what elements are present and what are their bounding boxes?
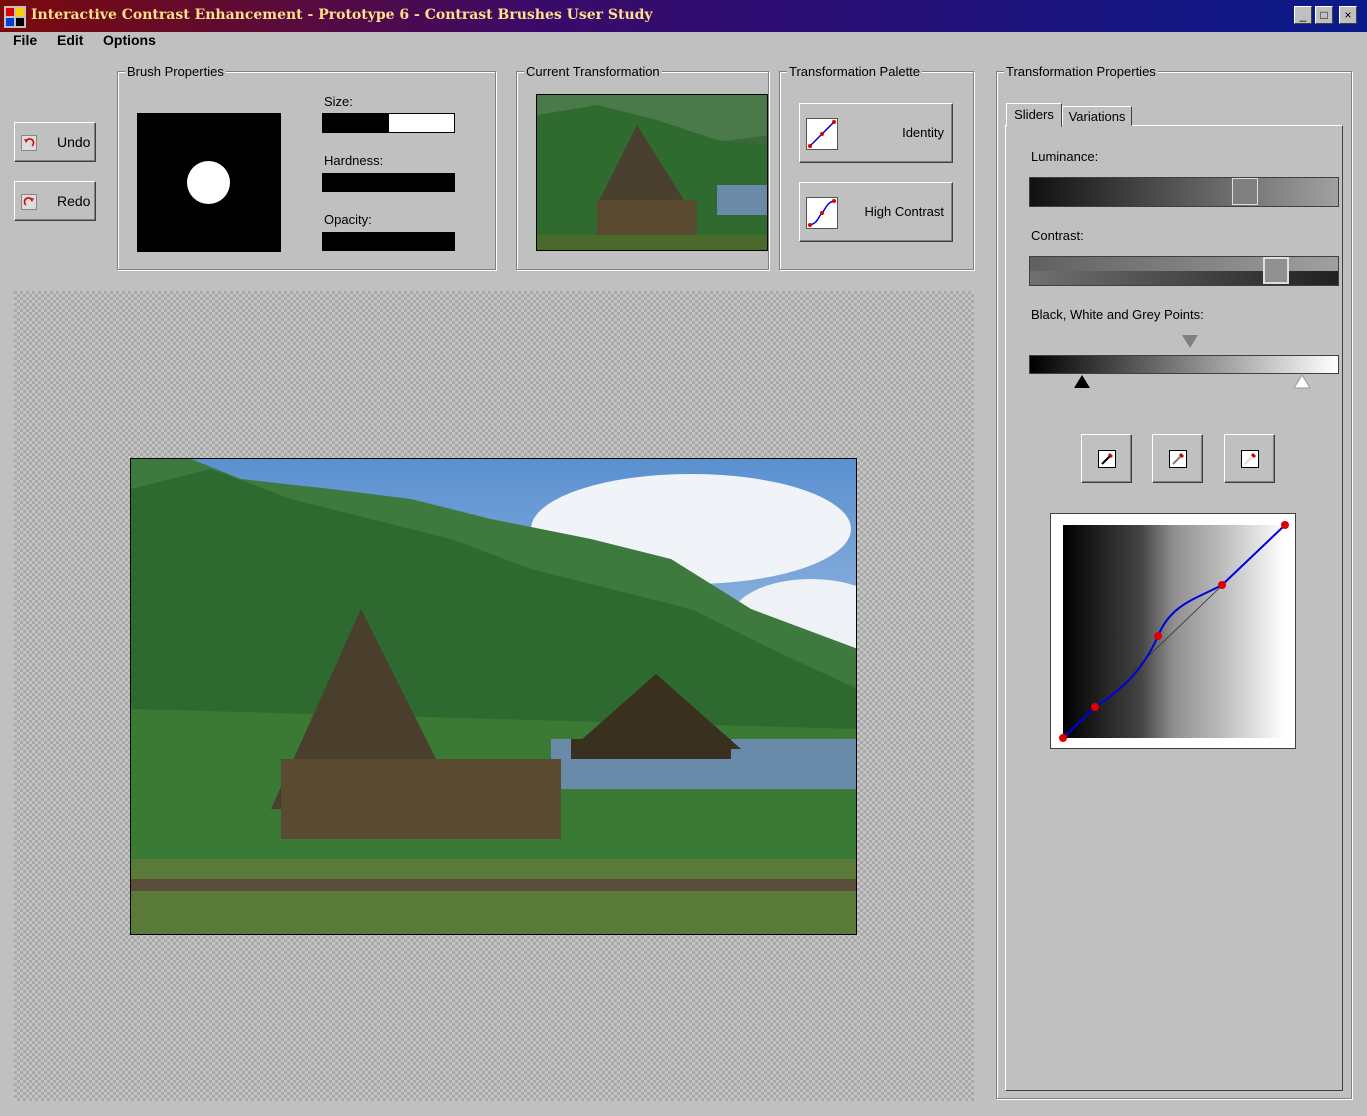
points-label: Black, White and Grey Points: — [1031, 307, 1204, 322]
luminance-label: Luminance: — [1031, 149, 1099, 164]
redo-label: Redo — [57, 193, 91, 209]
app-icon — [4, 6, 26, 28]
menu-options[interactable]: Options — [103, 32, 156, 48]
opacity-label: Opacity: — [324, 212, 372, 227]
points-gradient[interactable] — [1029, 355, 1339, 374]
curve-point[interactable] — [1091, 703, 1099, 711]
palette-high-contrast-button[interactable]: High Contrast — [799, 182, 953, 242]
opacity-slider-fill — [323, 233, 454, 250]
current-transformation-title: Current Transformation — [524, 64, 662, 79]
palette-identity-button[interactable]: Identity — [799, 103, 953, 163]
close-button[interactable]: × — [1339, 6, 1357, 24]
palette-identity-label: Identity — [902, 125, 944, 140]
window-title: Interactive Contrast Enhancement - Proto… — [31, 7, 653, 23]
grey-point-marker[interactable] — [1182, 335, 1198, 352]
grey-eyedropper-icon — [1169, 450, 1187, 471]
opacity-slider[interactable] — [322, 232, 455, 251]
redo-button[interactable]: Redo — [14, 181, 96, 221]
curve-point[interactable] — [1059, 734, 1067, 742]
black-point-marker[interactable] — [1074, 375, 1090, 392]
hardness-slider[interactable] — [322, 173, 455, 192]
s-curve-icon — [806, 197, 838, 232]
hardness-slider-fill — [323, 174, 454, 191]
luminance-slider[interactable] — [1029, 177, 1339, 207]
luminance-slider-thumb[interactable] — [1232, 178, 1258, 205]
redo-icon — [21, 194, 37, 213]
menu-edit[interactable]: Edit — [57, 32, 83, 48]
transformation-palette-title: Transformation Palette — [787, 64, 923, 79]
minimize-button[interactable]: _ — [1294, 6, 1312, 24]
size-label: Size: — [324, 94, 353, 109]
white-eyedropper-button[interactable] — [1224, 434, 1275, 483]
grey-eyedropper-button[interactable] — [1152, 434, 1203, 483]
undo-label: Undo — [57, 134, 91, 150]
curve-point[interactable] — [1281, 521, 1289, 529]
menu-file[interactable]: File — [13, 32, 37, 48]
curve-point[interactable] — [1154, 632, 1162, 640]
hardness-label: Hardness: — [324, 153, 384, 168]
current-transformation-preview — [536, 94, 768, 251]
main-image[interactable] — [130, 458, 857, 935]
tab-variations[interactable]: Variations — [1062, 106, 1132, 126]
maximize-button[interactable]: □ — [1315, 6, 1333, 24]
identity-curve-icon — [806, 118, 838, 153]
undo-icon — [21, 135, 37, 154]
white-point-marker[interactable] — [1293, 374, 1311, 392]
transformation-properties-title: Transformation Properties — [1004, 64, 1158, 79]
brush-shape — [187, 161, 230, 204]
undo-button[interactable]: Undo — [14, 122, 96, 162]
contrast-slider[interactable] — [1029, 256, 1339, 286]
contrast-slider-thumb[interactable] — [1263, 257, 1289, 284]
curve-point[interactable] — [1218, 581, 1226, 589]
brush-properties-title: Brush Properties — [125, 64, 226, 79]
palette-high-contrast-label: High Contrast — [864, 204, 944, 219]
curve-editor[interactable] — [1050, 513, 1296, 749]
black-eyedropper-button[interactable] — [1081, 434, 1132, 483]
brush-preview — [137, 113, 281, 252]
contrast-label: Contrast: — [1031, 228, 1084, 243]
size-slider[interactable] — [322, 113, 455, 133]
white-eyedropper-icon — [1241, 450, 1259, 471]
black-eyedropper-icon — [1098, 450, 1116, 471]
size-slider-fill — [323, 114, 389, 132]
tab-sliders[interactable]: Sliders — [1006, 103, 1062, 127]
